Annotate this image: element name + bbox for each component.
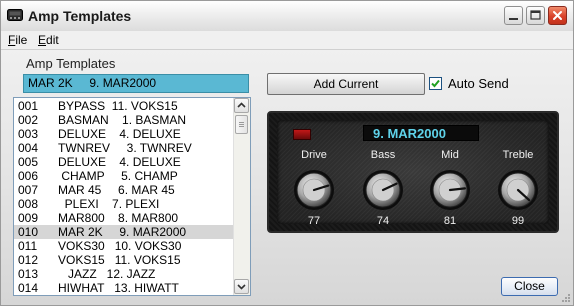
preset-name: CHAMP 5. CHAMP bbox=[58, 169, 178, 183]
knob-value-drive: 77 bbox=[307, 215, 321, 227]
close-window-button[interactable] bbox=[548, 6, 567, 25]
amp-templates-window: Amp Templates File Edit Amp Templates MA… bbox=[0, 0, 574, 306]
knob-label-drive: Drive bbox=[301, 149, 327, 161]
preset-number: 007 bbox=[18, 183, 39, 197]
preset-number: 009 bbox=[18, 211, 39, 225]
preset-name: DELUXE 4. DELUXE bbox=[58, 155, 181, 169]
knob-label-mid: Mid bbox=[441, 149, 459, 161]
knob-label-treble: Treble bbox=[502, 149, 534, 161]
list-item[interactable]: 001 BYPASS 11. VOKS15 bbox=[14, 99, 234, 113]
chevron-up-icon bbox=[237, 102, 246, 108]
knob-value-bass: 74 bbox=[376, 215, 390, 227]
menu-edit[interactable]: Edit bbox=[38, 33, 59, 47]
preset-number: 011 bbox=[18, 239, 38, 253]
preset-number: 012 bbox=[18, 253, 39, 267]
list-item[interactable]: 012 VOKS15 11. VOKS15 bbox=[14, 253, 234, 267]
list-item[interactable]: 003 DELUXE 4. DELUXE bbox=[14, 127, 234, 141]
preset-number: 001 bbox=[18, 99, 39, 113]
preset-number: 013 bbox=[18, 267, 39, 281]
preset-number: 005 bbox=[18, 155, 39, 169]
amp-faceplate: 9. MAR2000 Drive 77 Bass 74 Mid 81 Treble 99 bbox=[277, 120, 549, 227]
list-item[interactable]: 002 BASMAN 1. BASMAN bbox=[14, 113, 234, 127]
knob-bass[interactable] bbox=[361, 168, 405, 212]
preset-name: DELUXE 4. DELUXE bbox=[58, 127, 181, 141]
list-item[interactable]: 006 CHAMP 5. CHAMP bbox=[14, 169, 234, 183]
knob-dial-icon bbox=[363, 170, 403, 210]
title-bar[interactable]: Amp Templates bbox=[1, 1, 573, 32]
scroll-down-button[interactable] bbox=[234, 279, 249, 294]
menu-file-label: ile bbox=[15, 33, 28, 47]
scroll-up-button[interactable] bbox=[234, 98, 249, 113]
preset-number: 004 bbox=[18, 141, 39, 155]
current-preset-field[interactable]: MAR 2K 9. MAR2000 bbox=[23, 74, 249, 93]
close-icon bbox=[553, 11, 562, 20]
maximize-button[interactable] bbox=[526, 6, 545, 25]
preset-name: JAZZ 12. JAZZ bbox=[58, 267, 156, 281]
preset-name: PLEXI 7. PLEXI bbox=[58, 197, 160, 211]
list-item[interactable]: 009 MAR800 8. MAR800 bbox=[14, 211, 234, 225]
menu-file[interactable]: File bbox=[8, 33, 27, 47]
add-current-button[interactable]: Add Current bbox=[267, 73, 425, 95]
preset-name: TWNREV 3. TWNREV bbox=[58, 141, 192, 155]
knob-dial-icon bbox=[498, 170, 538, 210]
menu-edit-mnemonic: E bbox=[38, 33, 47, 47]
preset-number: 003 bbox=[18, 127, 39, 141]
knob-drive[interactable] bbox=[292, 168, 336, 212]
preset-number: 010 bbox=[18, 225, 39, 239]
menu-bar: File Edit bbox=[1, 31, 573, 50]
menu-edit-label: dit bbox=[46, 33, 59, 47]
list-item[interactable]: 011 VOKS30 10. VOKS30 bbox=[14, 239, 234, 253]
knob-label-bass: Bass bbox=[370, 149, 396, 161]
list-item[interactable]: 013 JAZZ 12. JAZZ bbox=[14, 267, 234, 281]
preset-name: MAR 2K 9. MAR2000 bbox=[58, 225, 187, 239]
preset-number: 014 bbox=[18, 281, 39, 295]
preset-name: MAR800 8. MAR800 bbox=[58, 211, 179, 225]
preset-name: VOKS15 11. VOKS15 bbox=[58, 253, 181, 267]
knob-dial-icon bbox=[294, 170, 334, 210]
preset-number: 006 bbox=[18, 169, 39, 183]
check-icon bbox=[431, 79, 440, 88]
power-led bbox=[293, 129, 311, 140]
close-button[interactable]: Close bbox=[501, 277, 558, 296]
maximize-icon bbox=[530, 10, 541, 20]
knob-value-mid: 81 bbox=[443, 215, 457, 227]
list-item[interactable]: 010 MAR 2K 9. MAR2000 bbox=[14, 225, 234, 239]
auto-send-checkbox[interactable] bbox=[429, 77, 442, 90]
list-item[interactable]: 008 PLEXI 7. PLEXI bbox=[14, 197, 234, 211]
list-item[interactable]: 005 DELUXE 4. DELUXE bbox=[14, 155, 234, 169]
preset-number: 002 bbox=[18, 113, 39, 127]
minimize-button[interactable] bbox=[504, 6, 523, 25]
window-title: Amp Templates bbox=[28, 8, 132, 24]
knob-mid[interactable] bbox=[428, 168, 472, 212]
amp-panel: 9. MAR2000 Drive 77 Bass 74 Mid 81 Treble 99 bbox=[267, 111, 559, 233]
amp-templates-label: Amp Templates bbox=[26, 56, 116, 71]
grip-lines-icon bbox=[239, 122, 244, 127]
knob-treble[interactable] bbox=[496, 168, 540, 212]
amp-display: 9. MAR2000 bbox=[363, 125, 479, 141]
preset-number: 008 bbox=[18, 197, 39, 211]
minimize-icon bbox=[509, 18, 518, 20]
resize-grip-icon[interactable] bbox=[561, 293, 571, 303]
knob-value-treble: 99 bbox=[511, 215, 525, 227]
list-item[interactable]: 014 HIWHAT 13. HIWATT bbox=[14, 281, 234, 295]
scroll-thumb[interactable] bbox=[235, 115, 248, 134]
list-item[interactable]: 007 MAR 45 6. MAR 45 bbox=[14, 183, 234, 197]
preset-list[interactable]: 001 BYPASS 11. VOKS15 002 BASMAN 1. BASMAN 0… bbox=[13, 97, 251, 296]
auto-send-label: Auto Send bbox=[448, 76, 509, 91]
amp-icon bbox=[7, 8, 23, 22]
preset-name: HIWHAT 13. HIWATT bbox=[58, 281, 179, 295]
preset-name: MAR 45 6. MAR 45 bbox=[58, 183, 175, 197]
knob-dial-icon bbox=[430, 170, 470, 210]
scrollbar[interactable] bbox=[233, 98, 250, 295]
preset-name: BYPASS 11. VOKS15 bbox=[58, 99, 178, 113]
preset-name: VOKS30 10. VOKS30 bbox=[58, 239, 182, 253]
chevron-down-icon bbox=[237, 284, 246, 290]
preset-name: BASMAN 1. BASMAN bbox=[58, 113, 187, 127]
list-item[interactable]: 004 TWNREV 3. TWNREV bbox=[14, 141, 234, 155]
